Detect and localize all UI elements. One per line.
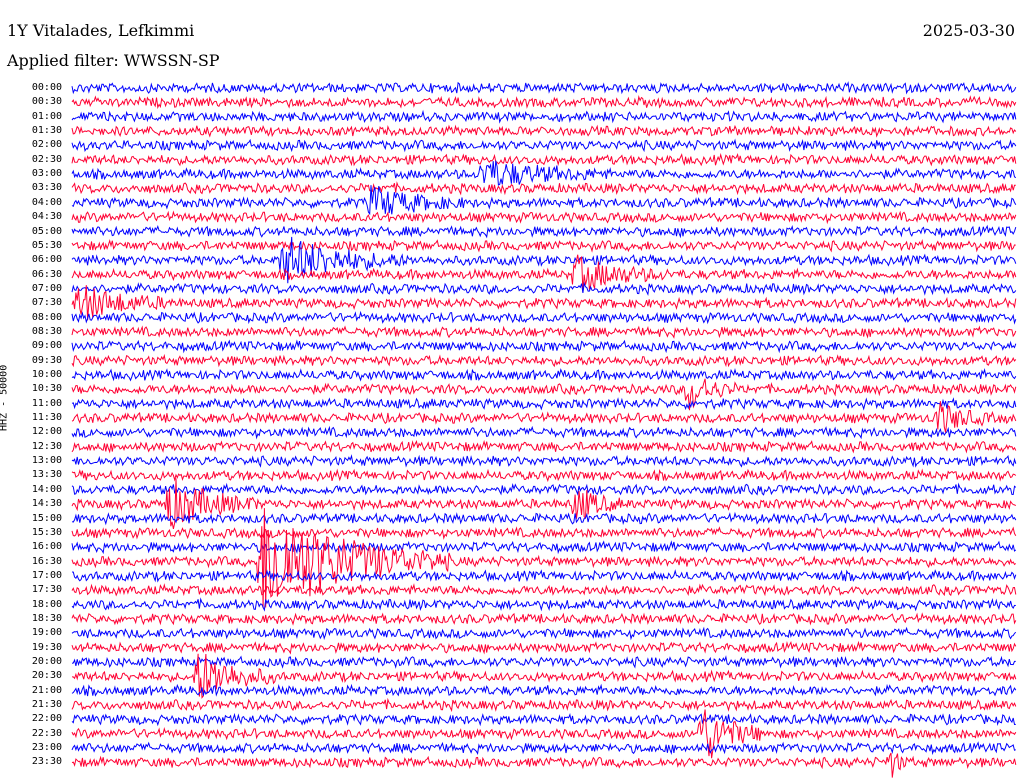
trace-row — [71, 236, 1017, 284]
trace-row — [71, 224, 1017, 239]
trace-row — [71, 697, 1017, 713]
trace-row — [71, 511, 1017, 526]
trace-row — [71, 281, 1017, 297]
trace-row — [71, 425, 1017, 440]
trace-row — [71, 367, 1017, 382]
trace-row — [71, 752, 1017, 778]
trace-row — [71, 138, 1017, 153]
trace-row — [71, 468, 1017, 483]
trace-row — [71, 482, 1017, 496]
trace-row — [71, 597, 1016, 612]
helicorder-plot — [71, 81, 1017, 778]
trace-row — [71, 626, 1017, 641]
trace-row — [71, 152, 1017, 167]
trace-row — [71, 325, 1017, 339]
trace-row — [71, 238, 1016, 253]
trace-row — [71, 378, 1017, 411]
trace-row — [72, 653, 1017, 699]
trace-row — [71, 712, 1016, 727]
trace-row — [71, 310, 1017, 325]
trace-row — [71, 353, 1017, 368]
trace-row — [71, 397, 1017, 411]
trace-row — [71, 439, 1017, 454]
trace-row — [71, 109, 1017, 124]
trace-row — [71, 526, 1017, 540]
trace-row — [71, 81, 1017, 95]
trace-row — [71, 210, 1017, 225]
trace-row — [71, 612, 1017, 626]
trace-row — [71, 540, 1017, 555]
trace-row — [71, 181, 1016, 196]
trace-row — [71, 254, 1017, 293]
trace-row — [71, 640, 1017, 655]
trace-row — [71, 683, 1017, 697]
trace-row — [71, 124, 1017, 138]
trace-row — [71, 655, 1016, 669]
trace-row — [71, 569, 1017, 583]
trace-row — [71, 741, 1016, 756]
trace-row — [71, 339, 1017, 354]
trace-row — [71, 454, 1017, 468]
trace-row — [71, 583, 1017, 597]
trace-row — [71, 94, 1017, 110]
